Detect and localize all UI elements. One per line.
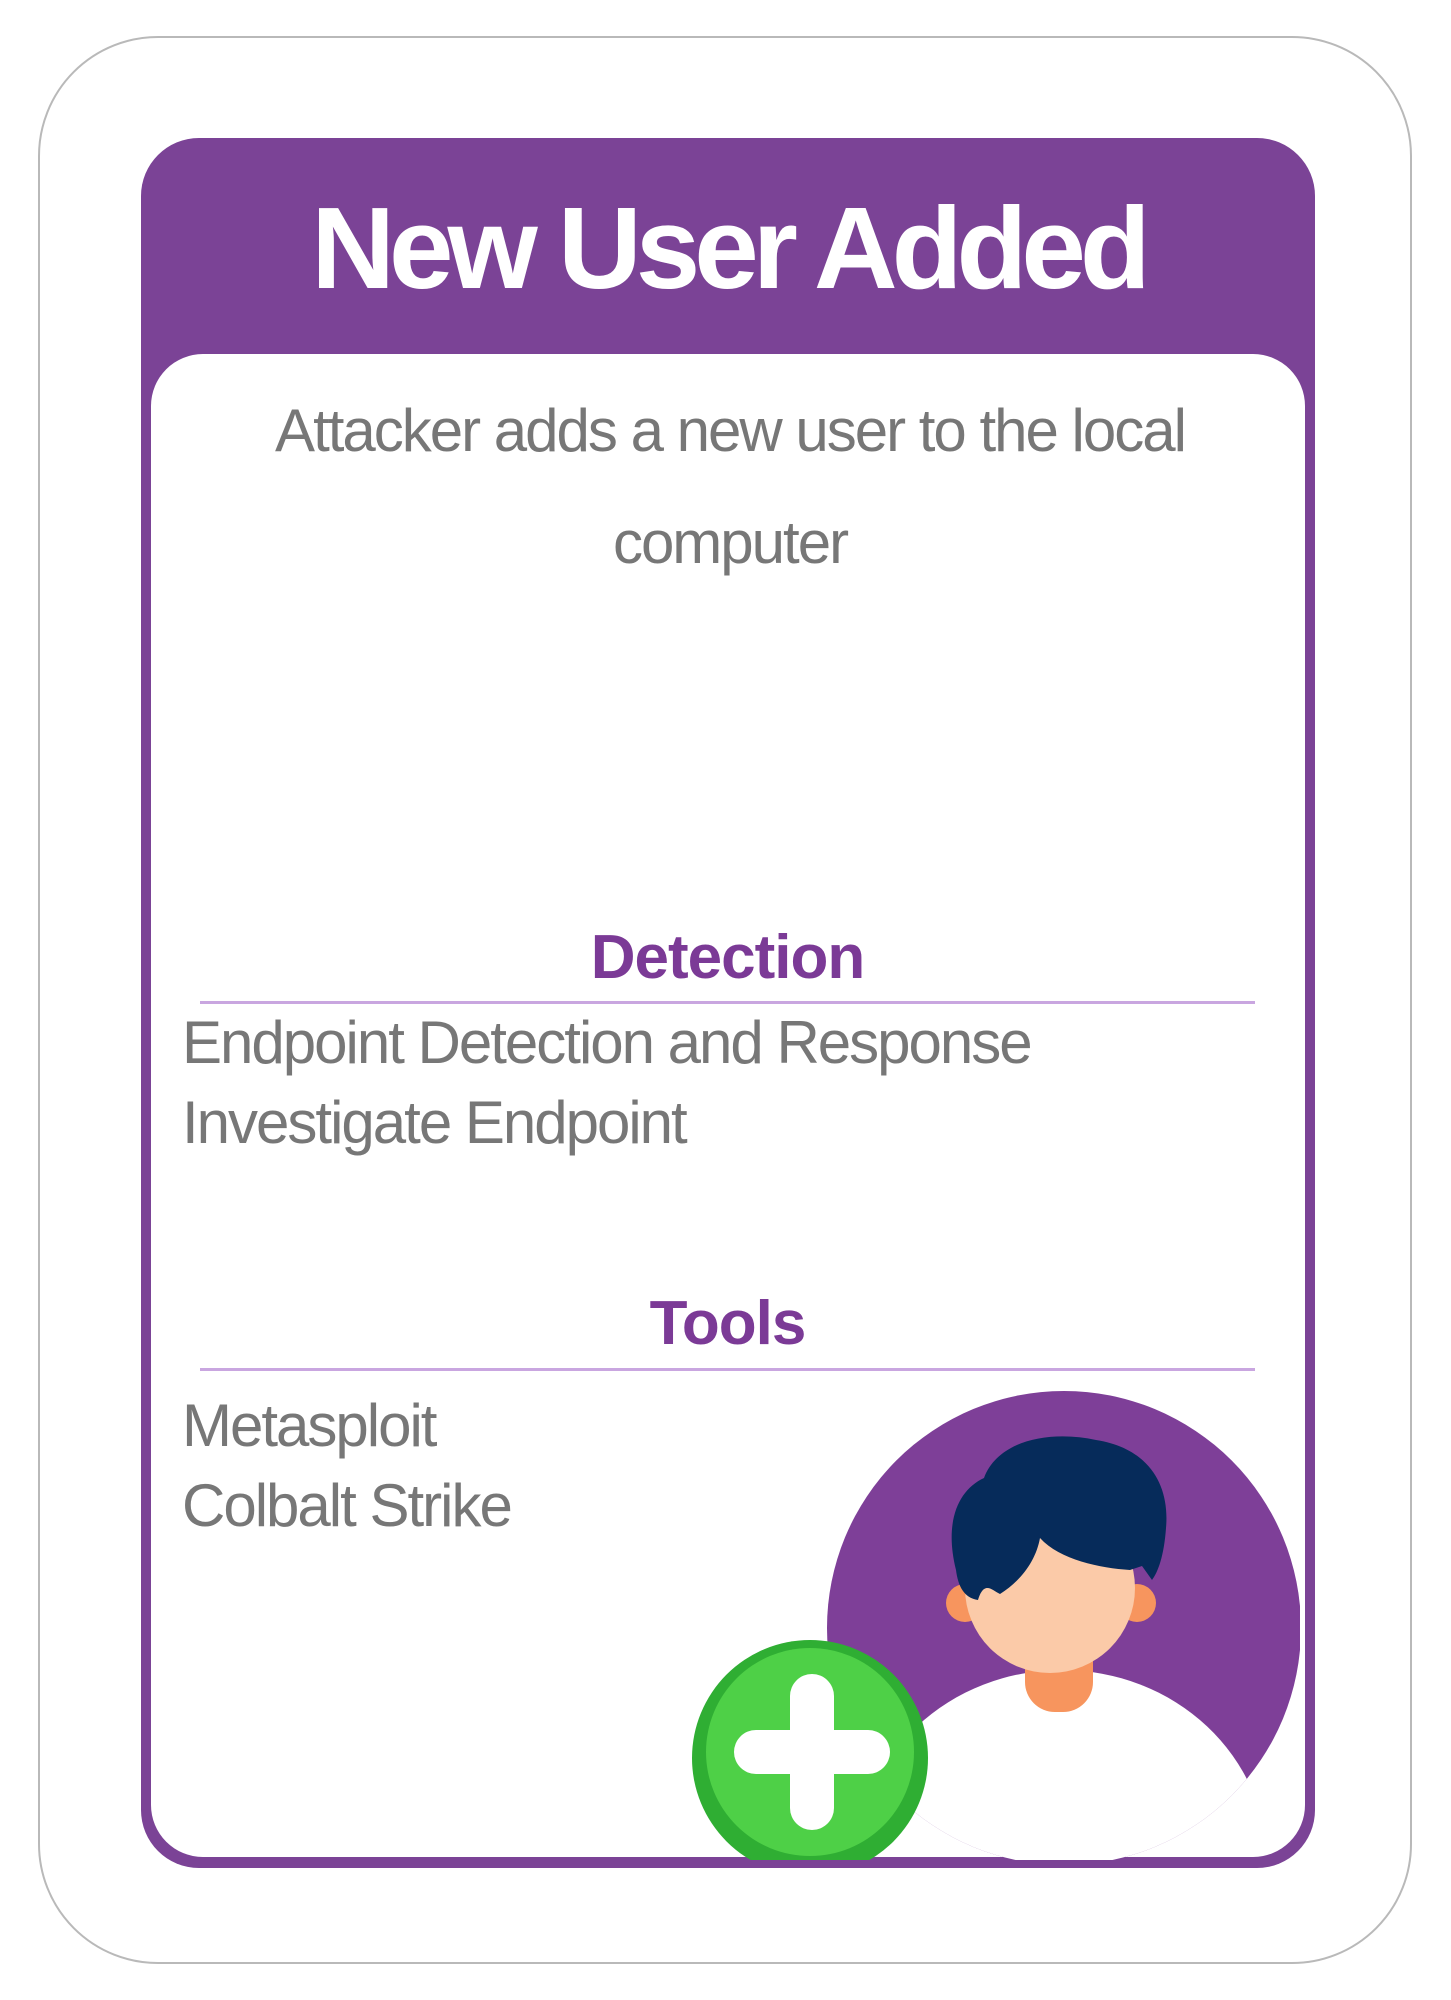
card-title: New User Added (311, 183, 1150, 313)
detection-list: Endpoint Detection and Response Investig… (182, 1003, 1033, 1163)
tools-list: Metasploit Colbalt Strike (182, 1386, 513, 1546)
tools-item: Colbalt Strike (182, 1472, 513, 1539)
tools-heading: Tools (649, 1289, 807, 1358)
detection-item: Investigate Endpoint (182, 1089, 688, 1156)
tools-item: Metasploit (182, 1392, 437, 1459)
card-description: Attacker adds a new user to the local co… (275, 397, 1187, 576)
add-user-icon (692, 1391, 1300, 1860)
detection-item: Endpoint Detection and Response (182, 1009, 1033, 1076)
detection-heading: Detection (590, 923, 865, 992)
